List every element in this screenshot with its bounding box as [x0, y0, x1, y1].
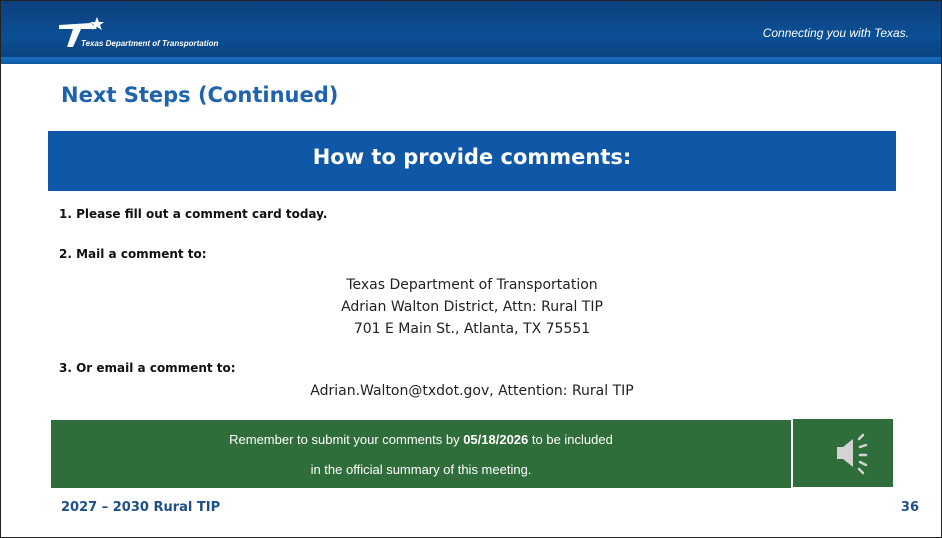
step-1: 1. Please fill out a comment card today.: [59, 207, 327, 221]
tagline: Connecting you with Texas.: [762, 26, 909, 40]
step-number: 2.: [59, 247, 72, 261]
speaker-icon: [837, 433, 868, 475]
logo-text: Texas Department of Transportation: [81, 39, 219, 48]
address-line: Adrian Walton District, Attn: Rural TIP: [341, 299, 603, 315]
step-number: 1.: [59, 207, 72, 221]
footer-program: 2027 – 2030 Rural TIP: [61, 500, 221, 515]
step-3: 3. Or email a comment to:: [59, 361, 236, 375]
header-band: [1, 57, 941, 64]
banner-heading: How to provide comments:: [312, 145, 632, 169]
address-line: Texas Department of Transportation: [346, 277, 598, 293]
reminder-line-2: in the official summary of this meeting.: [310, 462, 532, 477]
page-number: 36: [900, 500, 919, 515]
deadline-date: 05/18/2026: [463, 432, 529, 447]
reminder-text: Remember to submit your comments by: [229, 432, 464, 447]
header-bar: Texas Department of Transportation Conne…: [1, 1, 941, 64]
section-banner: How to provide comments:: [48, 131, 896, 191]
reminder-box: Remember to submit your comments by 05/1…: [51, 420, 791, 488]
step-text: Or email a comment to:: [76, 361, 236, 375]
address-line: 701 E Main St., Atlanta, TX 75551: [353, 321, 591, 337]
slide: Texas Department of Transportation Conne…: [0, 0, 942, 538]
mail-address: Texas Department of Transportation Adria…: [1, 274, 941, 340]
step-number: 3.: [59, 361, 72, 375]
reminder-line-1: Remember to submit your comments by 05/1…: [51, 432, 791, 447]
email-address: Adrian.Walton@txdot.gov, Attention: Rura…: [1, 380, 941, 402]
page-title: Next Steps (Continued): [61, 83, 339, 107]
email-line: Adrian.Walton@txdot.gov, Attention: Rura…: [310, 383, 634, 399]
step-text: Please fill out a comment card today.: [76, 207, 328, 221]
audio-button[interactable]: [793, 419, 893, 487]
step-2: 2. Mail a comment to:: [59, 247, 207, 261]
reminder-text: to be included: [528, 432, 613, 447]
step-text: Mail a comment to:: [76, 247, 207, 261]
